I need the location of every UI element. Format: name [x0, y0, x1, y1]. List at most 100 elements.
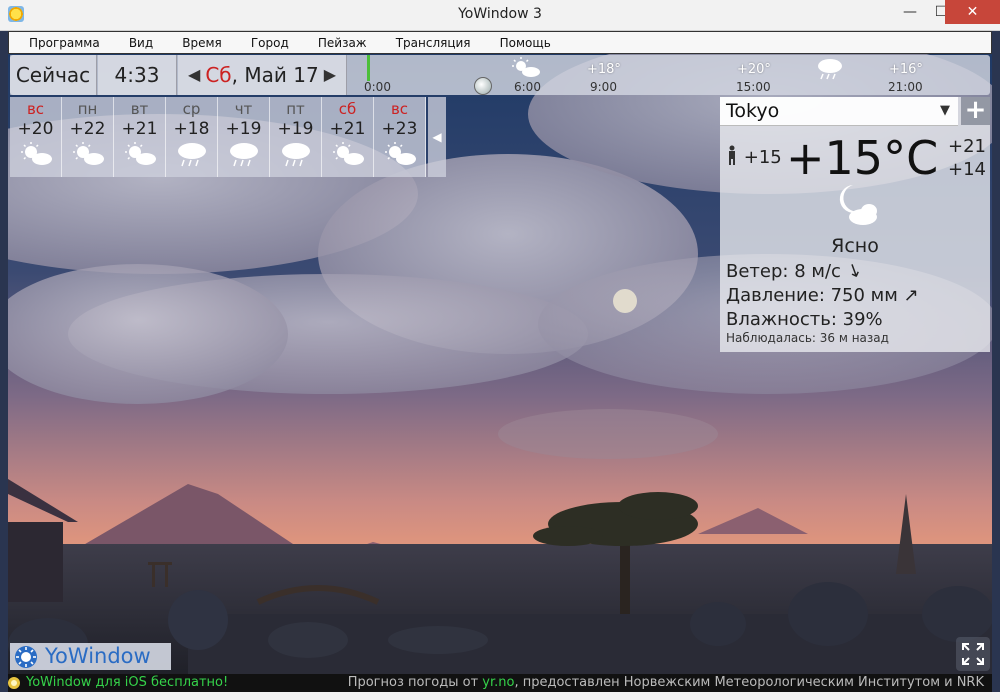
moon-cloud-icon — [839, 185, 877, 225]
menu-city[interactable]: Город — [239, 33, 301, 50]
add-city-button[interactable]: + — [961, 97, 990, 125]
forecast-day-temp: +21 — [121, 119, 158, 139]
sun-cloud-icon — [512, 57, 540, 77]
forecast-credit: Прогноз погоды от yr.no, предоставлен Но… — [348, 675, 984, 690]
sun-cloud-icon — [332, 142, 364, 165]
menu-broadcast[interactable]: Трансляция — [384, 33, 483, 50]
wind-text: Ветер: 8 м/с — [726, 261, 841, 282]
close-button[interactable]: ✕ — [945, 0, 1000, 24]
forecast-day-name: пн — [77, 100, 98, 118]
sun-cloud-icon — [20, 142, 52, 165]
menu-program[interactable]: Программа — [9, 33, 112, 50]
fullscreen-button[interactable] — [956, 637, 990, 671]
forecast-day[interactable]: ср +18 — [166, 97, 218, 177]
city-selector[interactable]: Tokyo ▼ — [720, 97, 958, 126]
forecast-day[interactable]: вс +20 — [10, 97, 62, 177]
next-day-arrow-icon[interactable]: ▶ — [324, 55, 336, 95]
timeline-slider-handle[interactable] — [474, 77, 492, 95]
wind-direction-arrow-icon: ↓ — [843, 259, 865, 284]
observed-time: Наблюдалась: 36 м назад — [726, 331, 889, 345]
forecast-day-temp: +21 — [329, 119, 366, 139]
menu-time[interactable]: Время — [170, 33, 234, 50]
forecast-day-name: вс — [390, 100, 409, 118]
hourly-timeline[interactable]: 0:00 6:00 +18° 9:00 +20° 15:00 +16° 21:0… — [350, 55, 990, 95]
forecast-day-name: пт — [286, 100, 305, 118]
sun-logo-icon — [15, 646, 37, 668]
forecast-day-name: ср — [182, 100, 201, 118]
top-time-bar: Сейчас 4:33 ◀ Сб, Май 17 ▶ 0:00 6:00 +18… — [10, 55, 990, 95]
high-low: +21 +14 — [948, 135, 986, 181]
forecast-day[interactable]: вс +23 — [374, 97, 426, 177]
status-bar: YoWindow для iOS бесплатно! Прогноз пого… — [8, 674, 992, 692]
rain-cloud-icon — [818, 59, 842, 80]
collapse-forecast-arrow-icon[interactable]: ◀ — [428, 97, 446, 177]
forecast-day-temp: +18 — [173, 119, 210, 139]
current-conditions-panel: Tokyo ▼ + +15 +15°C +21 +14 Ясно Ветер: … — [720, 97, 990, 352]
fullscreen-icon — [962, 643, 984, 665]
feels-like-temp: +15 — [726, 145, 782, 168]
forecast-day-temp: +22 — [69, 119, 106, 139]
date-text: , Май 17 — [231, 63, 319, 87]
minimize-button[interactable]: — — [893, 0, 927, 24]
person-icon — [729, 145, 735, 165]
timeline-temp-2: +16° — [889, 62, 923, 77]
timeline-temp-0: +18° — [587, 62, 621, 77]
ios-promo-link[interactable]: YoWindow для iOS бесплатно! — [26, 675, 228, 690]
menu-view[interactable]: Вид — [117, 33, 165, 50]
high-temp: +21 — [948, 136, 986, 157]
forecast-day[interactable]: сб +21 — [322, 97, 374, 177]
menu-landscape[interactable]: Пейзаж — [306, 33, 379, 50]
yowindow-brand-button[interactable]: YoWindow — [10, 643, 171, 670]
forecast-day-name: вт — [130, 100, 149, 118]
menu-help[interactable]: Помощь — [488, 33, 563, 50]
sun-cloud-icon — [72, 142, 104, 165]
pressure-trend-arrow-icon: ↗ — [903, 285, 919, 306]
current-time: 4:33 — [98, 55, 177, 95]
sun-cloud-icon — [124, 142, 156, 165]
rain-cloud-icon — [229, 143, 258, 167]
window-frame-bottom — [0, 692, 1000, 700]
forecast-day[interactable]: вт +21 — [114, 97, 166, 177]
forecast-day-temp: +23 — [381, 119, 418, 139]
menu-bar: Программа Вид Время Город Пейзаж Трансля… — [8, 31, 992, 54]
feels-like-value: +15 — [743, 147, 782, 168]
date-day: Сб — [205, 63, 232, 87]
forecast-day-name: сб — [338, 100, 357, 118]
chevron-down-icon[interactable]: ▼ — [940, 103, 950, 118]
credit-suffix: , предоставлен Норвежским Метеорологичес… — [514, 675, 984, 690]
timeline-label-1: 6:00 — [514, 80, 541, 94]
rain-cloud-icon — [281, 143, 310, 167]
humidity-info: Влажность: 39% — [726, 309, 883, 330]
credit-prefix: Прогноз погоды от — [347, 675, 483, 690]
timeline-label-2: 9:00 — [590, 80, 617, 94]
current-temperature: +15°C — [786, 131, 939, 185]
yowindow-small-icon — [8, 677, 20, 689]
title-bar: YoWindow 3 — ☐ ✕ — [0, 0, 1000, 31]
date-selector: ◀ Сб, Май 17 ▶ — [178, 55, 347, 95]
timeline-now-marker — [367, 55, 370, 81]
wind-info: Ветер: 8 м/с ↓ — [726, 259, 865, 284]
low-temp: +14 — [948, 159, 986, 180]
pressure-text: Давление: 750 мм — [726, 285, 898, 306]
prev-day-arrow-icon[interactable]: ◀ — [188, 55, 200, 95]
timeline-temp-1: +20° — [737, 62, 771, 77]
yr-no-link[interactable]: yr.no — [482, 675, 514, 690]
daily-forecast-panel: вс +20 пн +22 вт +21 ср +18 чт +19 пт +1… — [10, 97, 446, 177]
weather-condition: Ясно — [831, 235, 879, 257]
window-title: YoWindow 3 — [458, 6, 542, 22]
forecast-day[interactable]: пт +19 — [270, 97, 322, 177]
timeline-label-4: 21:00 — [888, 80, 923, 94]
pressure-info: Давление: 750 мм ↗ — [726, 285, 919, 306]
brand-name: YoWindow — [45, 644, 151, 668]
forecast-day[interactable]: пн +22 — [62, 97, 114, 177]
forecast-day-temp: +19 — [225, 119, 262, 139]
sun-cloud-icon — [384, 142, 416, 165]
timeline-label-0: 0:00 — [364, 80, 391, 94]
city-name: Tokyo — [726, 100, 780, 122]
forecast-day-temp: +20 — [17, 119, 54, 139]
forecast-day[interactable]: чт +19 — [218, 97, 270, 177]
forecast-day-name: чт — [234, 100, 253, 118]
timeline-label-3: 15:00 — [736, 80, 771, 94]
rain-cloud-icon — [177, 143, 206, 167]
now-button[interactable]: Сейчас — [10, 55, 97, 95]
